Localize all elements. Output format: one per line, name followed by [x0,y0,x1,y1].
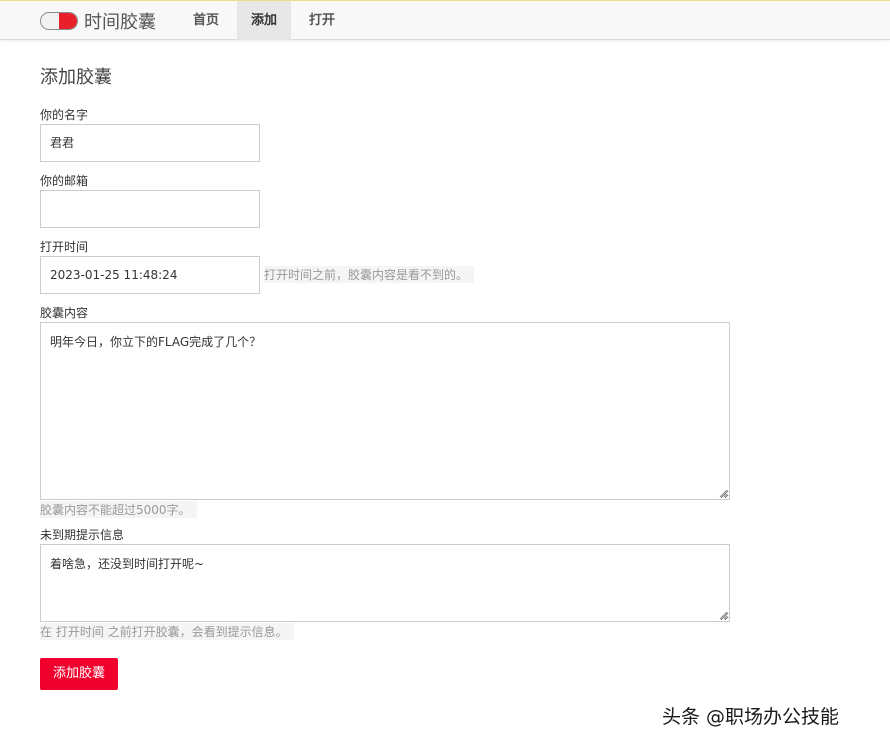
resize-grip-icon[interactable] [719,611,728,620]
brand-name: 时间胶囊 [84,11,156,33]
open-time-label: 打开时间 [40,240,89,254]
premature-msg-textarea[interactable]: 着啥急，还没到时间打开呢~ [40,544,730,622]
nav-item-home[interactable]: 首页 [178,1,234,40]
top-navbar: 时间胶囊 首页 添加 打开 [0,0,890,40]
email-input[interactable] [40,190,260,228]
content-textarea[interactable]: 明年今日，你立下的FLAG完成了几个？ [40,322,730,500]
nav-item-open[interactable]: 打开 [294,1,350,40]
capsule-logo-icon [40,11,78,30]
email-label: 你的邮箱 [40,174,89,188]
add-capsule-button[interactable]: 添加胶囊 [40,658,118,690]
premature-msg-hint: 在 打开时间 之前打开胶囊，会看到提示信息。 [40,623,294,640]
name-input[interactable]: 君君 [40,124,260,162]
name-label: 你的名字 [40,108,89,122]
open-time-hint: 打开时间之前，胶囊内容是看不到的。 [264,266,475,283]
page-title: 添加胶囊 [40,67,112,88]
premature-msg-label: 未到期提示信息 [40,528,125,542]
content-hint: 胶囊内容不能超过5000字。 [40,501,197,518]
open-time-input[interactable]: 2023-01-25 11:48:24 [40,256,260,294]
brand[interactable]: 时间胶囊 [40,1,156,40]
resize-grip-icon[interactable] [719,489,728,498]
watermark: 头条 @职场办公技能 [662,706,840,728]
content-label: 胶囊内容 [40,306,89,320]
nav-item-add[interactable]: 添加 [237,1,291,40]
